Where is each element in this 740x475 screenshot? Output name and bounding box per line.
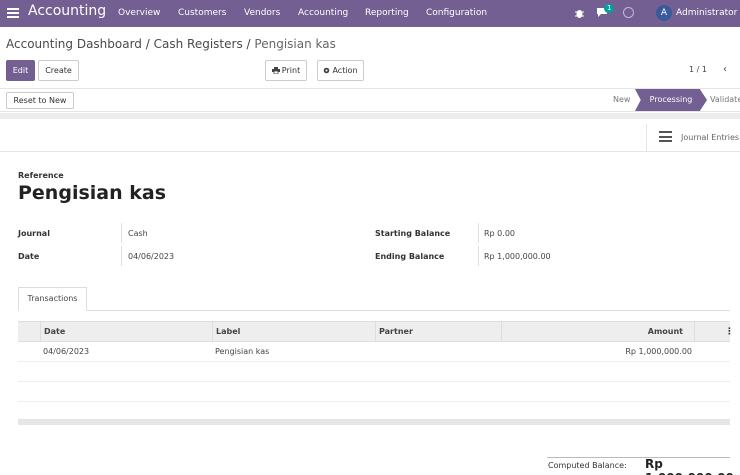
reset-to-new-button[interactable]: Reset to New: [6, 92, 74, 109]
starting-balance-label: Starting Balance: [375, 229, 451, 238]
breadcrumb: Accounting Dashboard / Cash Registers / …: [6, 37, 336, 51]
apps-menu-icon[interactable]: [7, 8, 19, 18]
field-divider: [121, 246, 122, 266]
table-row-empty: [18, 362, 730, 382]
menu-item-vendors[interactable]: Vendors: [244, 8, 280, 18]
tab-transactions[interactable]: Transactions: [18, 287, 87, 311]
journal-entries-button[interactable]: Journal Entries: [646, 124, 740, 152]
journal-label: Journal: [18, 229, 50, 238]
sheet-background: [0, 113, 740, 119]
table-row-empty: [18, 382, 730, 402]
table-row-empty: [18, 401, 730, 421]
column-divider: [40, 322, 41, 342]
gear-icon: [324, 67, 330, 74]
column-divider: [212, 322, 213, 342]
journal-value[interactable]: Cash: [128, 229, 148, 238]
breadcrumb-item-cash-registers[interactable]: Cash Registers: [154, 37, 243, 51]
action-button[interactable]: Action: [317, 60, 364, 81]
table-row[interactable]: 04/06/2023 Pengisian kas Rp 1,000,000.00: [18, 342, 730, 362]
breadcrumb-current: Pengisian kas: [254, 37, 336, 51]
menu-item-customers[interactable]: Customers: [178, 8, 226, 18]
row-date: 04/06/2023: [43, 347, 90, 356]
row-amount: Rp 1,000,000.00: [625, 347, 692, 356]
ending-balance-label: Ending Balance: [375, 252, 445, 261]
date-label: Date: [18, 252, 40, 261]
menu-item-configuration[interactable]: Configuration: [426, 8, 487, 18]
row-label: Pengisian kas: [215, 347, 270, 356]
app-brand[interactable]: Accounting: [28, 3, 106, 19]
menu-item-overview[interactable]: Overview: [118, 8, 160, 18]
column-divider: [375, 322, 376, 342]
chat-count-badge: 1: [604, 4, 615, 13]
optional-columns-icon[interactable]: ⋮: [725, 327, 734, 337]
stage-new[interactable]: New: [613, 89, 630, 111]
column-header-amount[interactable]: Amount: [648, 327, 683, 336]
stage-validated[interactable]: Validated: [710, 89, 740, 111]
avatar[interactable]: A: [656, 5, 672, 21]
date-value[interactable]: 04/06/2023: [128, 252, 174, 261]
breadcrumb-item-dashboard[interactable]: Accounting Dashboard: [6, 37, 142, 51]
print-button[interactable]: Print: [265, 60, 307, 81]
computed-balance-label: Computed Balance:: [548, 461, 627, 470]
top-navbar: Accounting Overview Customers Vendors Ac…: [0, 0, 740, 27]
field-divider: [478, 223, 479, 243]
stage-processing[interactable]: Processing: [635, 89, 707, 111]
pager-previous-button[interactable]: ‹: [723, 64, 727, 75]
user-menu[interactable]: Administrator (c: [676, 8, 740, 18]
button-box: Journal Entries: [0, 124, 740, 152]
bug-icon[interactable]: [575, 7, 584, 19]
print-icon: [271, 67, 280, 74]
breadcrumb-separator: /: [246, 37, 251, 51]
menu-item-accounting[interactable]: Accounting: [298, 8, 348, 18]
starting-balance-value[interactable]: Rp 0.00: [484, 229, 515, 238]
column-divider: [694, 322, 695, 342]
column-divider: [501, 322, 502, 342]
field-divider: [121, 223, 122, 243]
create-button[interactable]: Create: [38, 60, 79, 81]
table-header: Date Label Partner Amount ⋮: [18, 321, 734, 342]
status-bar: Reset to New New Processing Validated: [0, 88, 740, 112]
tab-divider: [18, 310, 730, 311]
print-button-label: Print: [281, 66, 301, 75]
reference-label: Reference: [18, 171, 64, 180]
edit-button[interactable]: Edit: [6, 60, 35, 81]
clock-icon[interactable]: [623, 7, 634, 18]
list-icon: [659, 131, 672, 142]
record-title: Pengisian kas: [18, 182, 167, 204]
computed-balance-value: Rp 1,000,000.00: [645, 457, 734, 475]
action-button-label: Action: [332, 66, 358, 75]
ending-balance-value[interactable]: Rp 1,000,000.00: [484, 252, 551, 261]
field-divider: [478, 246, 479, 266]
journal-entries-label: Journal Entries: [681, 133, 740, 142]
menu-item-reporting[interactable]: Reporting: [365, 8, 409, 18]
column-header-label[interactable]: Label: [216, 327, 240, 336]
column-header-date[interactable]: Date: [44, 327, 65, 336]
pager-value[interactable]: 1 / 1: [689, 65, 707, 74]
breadcrumb-separator: /: [145, 37, 150, 51]
column-header-partner[interactable]: Partner: [379, 327, 413, 336]
table-footer: [18, 419, 730, 425]
